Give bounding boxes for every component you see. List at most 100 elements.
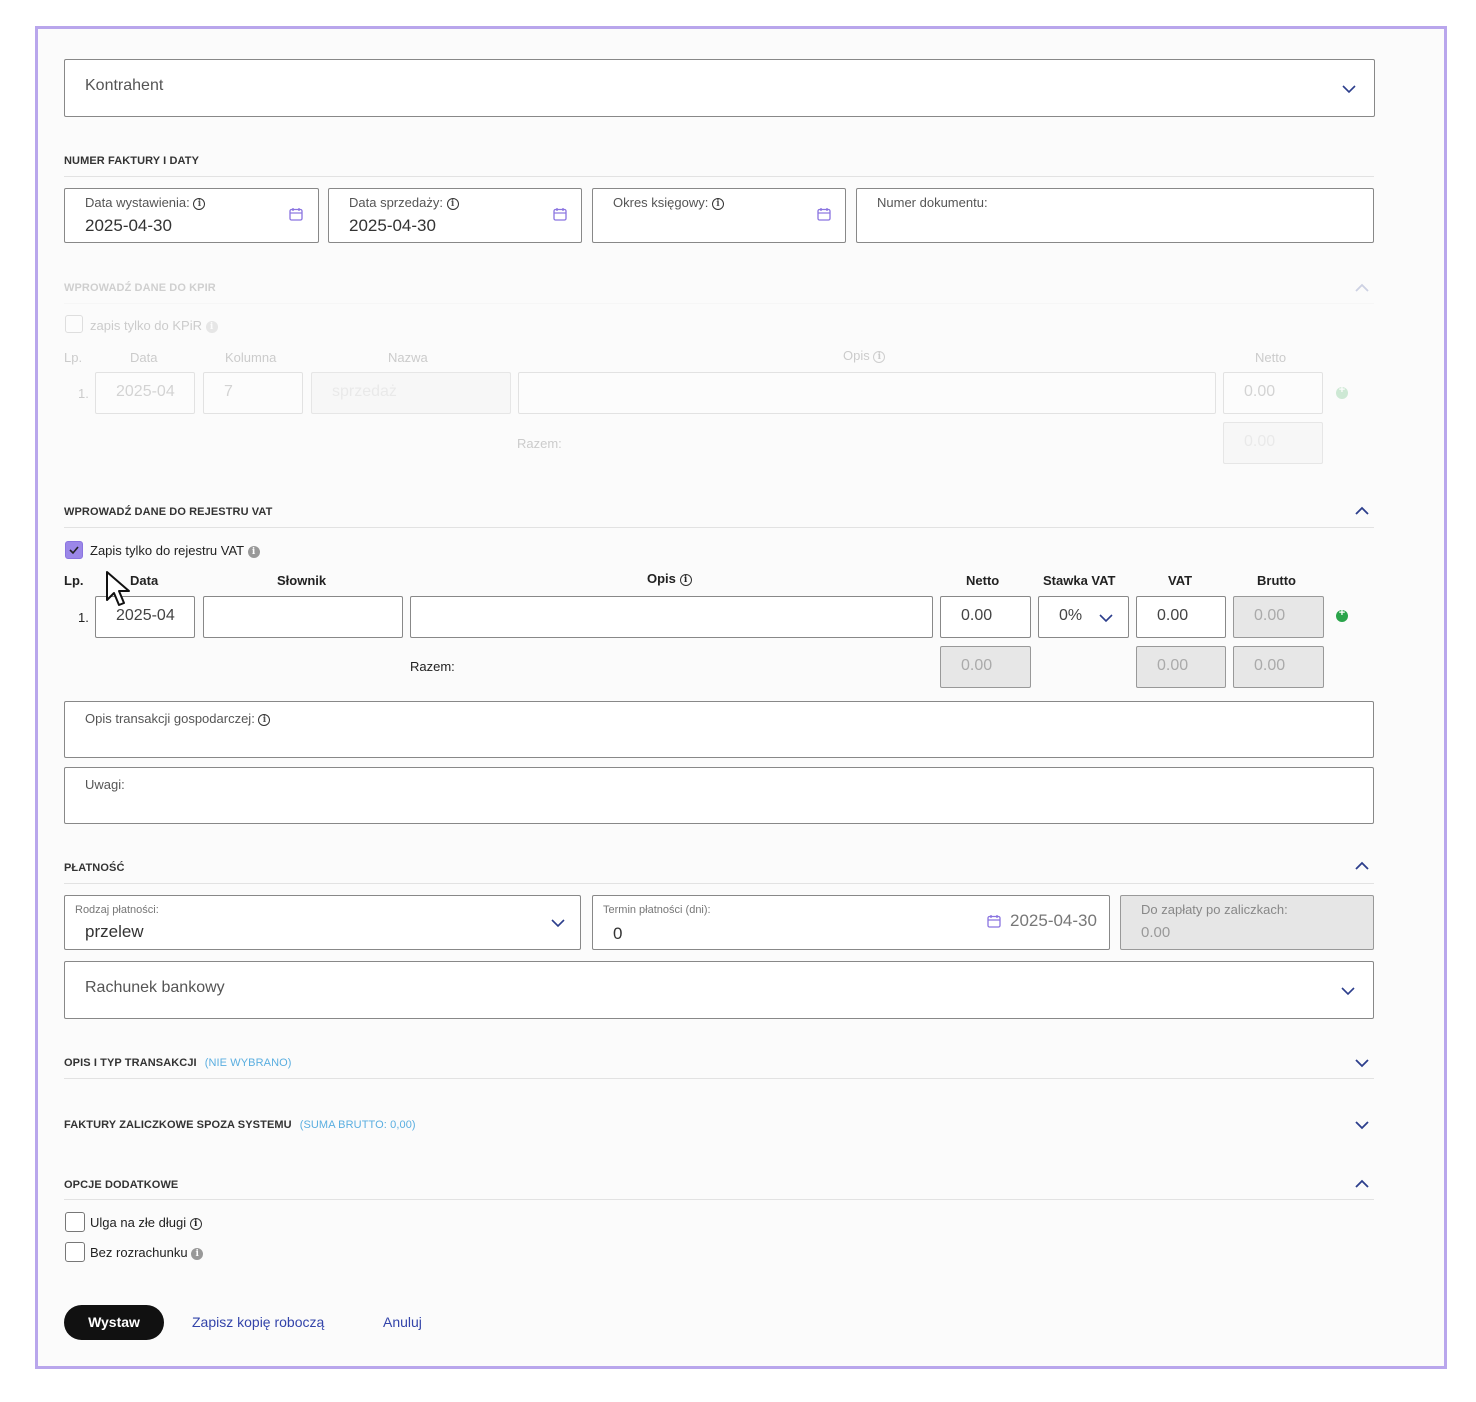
vat-total-label: Razem: [410, 659, 455, 674]
chevron-up-icon[interactable] [1353, 281, 1371, 295]
kpir-row-lp: 1. [78, 386, 89, 401]
amount-due-value: 0.00 [1141, 924, 1171, 941]
bad-debt-relief-checkbox[interactable] [65, 1212, 85, 1232]
notes-label: Uwagi: [85, 777, 125, 792]
chevron-down-icon [1099, 614, 1113, 623]
chevron-down-icon [1342, 85, 1356, 94]
divider [64, 1078, 1374, 1079]
info-icon: i [191, 1248, 204, 1260]
kpir-name-input: sprzedaż [311, 372, 511, 414]
accounting-period-field[interactable]: Okres księgowy: i [592, 188, 846, 243]
vat-gross-input: 0.00 [1233, 596, 1324, 638]
payment-method-label: Rodzaj płatności: [75, 904, 159, 916]
kpir-net-input[interactable]: 0.00 [1223, 372, 1323, 414]
vat-header-desc: Opis [647, 571, 676, 586]
section-title-transaction-type[interactable]: OPIS I TYP TRANSAKCJI (NIE WYBRANO) [64, 1057, 292, 1069]
amount-due-field: Do zapłaty po zaliczkach: 0.00 [1120, 895, 1374, 950]
calendar-icon[interactable] [987, 914, 1001, 928]
vat-only-label: Zapis tylko do rejestru VAT [90, 543, 244, 558]
calendar-icon[interactable] [553, 207, 567, 221]
amount-due-label: Do zapłaty po zaliczkach: [1141, 902, 1288, 917]
divider [64, 527, 1374, 528]
kpir-only-checkbox[interactable] [65, 315, 83, 333]
vat-rate-select[interactable]: 0% [1038, 596, 1129, 638]
save-draft-link[interactable]: Zapisz kopię roboczą [192, 1314, 324, 1330]
vat-header-gross: Brutto [1257, 573, 1296, 588]
add-row-icon[interactable] [1336, 384, 1348, 399]
kpir-header-name: Nazwa [388, 350, 428, 365]
kpir-header-date: Data [130, 350, 158, 365]
section-title-advance-invoices[interactable]: FAKTURY ZALICZKOWE SPOZA SYSTEMU (SUMA BR… [64, 1119, 416, 1131]
advance-invoices-title: FAKTURY ZALICZKOWE SPOZA SYSTEMU [64, 1119, 292, 1131]
chevron-up-icon[interactable] [1353, 1177, 1371, 1191]
transaction-description-field[interactable]: Opis transakcji gospodarczej: i [64, 701, 1374, 758]
section-title-kpir: WPROWADŹ DANE DO KPIR [64, 282, 216, 294]
no-settlement-checkbox[interactable] [65, 1242, 85, 1262]
vat-header-rate: Stawka VAT [1043, 573, 1116, 588]
checkmark-icon [69, 546, 79, 555]
kpir-column-select[interactable]: 7 [203, 372, 303, 414]
divider [64, 303, 1374, 304]
sale-date-value: 2025-04-30 [349, 216, 436, 235]
issue-date-label: Data wystawienia: [85, 195, 190, 210]
mouse-cursor-icon [106, 571, 130, 606]
vat-rate-value: 0% [1059, 607, 1083, 624]
issue-button[interactable]: Wystaw [64, 1305, 164, 1340]
vat-net-input[interactable]: 0.00 [940, 596, 1031, 638]
vat-desc-input[interactable] [410, 596, 933, 638]
info-icon: i [679, 574, 692, 586]
kpir-total-net: 0.00 [1223, 422, 1323, 464]
calendar-icon[interactable] [289, 207, 303, 221]
advance-invoices-badge: (SUMA BRUTTO: 0,00) [299, 1119, 416, 1131]
section-title-invoice-dates: NUMER FAKTURY I DATY [64, 155, 200, 167]
bank-account-placeholder: Rachunek bankowy [85, 979, 225, 996]
contractor-placeholder: Kontrahent [85, 77, 164, 94]
document-number-label: Numer dokumentu: [877, 195, 988, 210]
vat-total-gross: 0.00 [1233, 646, 1324, 688]
vat-dictionary-input[interactable] [203, 596, 403, 638]
vat-total-vat: 0.00 [1136, 646, 1226, 688]
bad-debt-relief-label: Ulga na złe długi [90, 1215, 187, 1230]
section-title-extra-options: OPCJE DODATKOWE [64, 1179, 179, 1191]
sale-date-field[interactable]: Data sprzedaży: i 2025-04-30 [328, 188, 582, 243]
divider [64, 1199, 1374, 1200]
info-icon: i [446, 198, 459, 210]
vat-row-lp: 1. [78, 610, 89, 625]
divider [64, 176, 1374, 177]
issue-date-field[interactable]: Data wystawienia: i 2025-04-30 [64, 188, 319, 243]
kpir-desc-input[interactable] [518, 372, 1216, 414]
payment-method-select[interactable]: Rodzaj płatności: przelew [64, 895, 581, 950]
bank-account-select[interactable]: Rachunek bankowy [64, 961, 1374, 1019]
section-title-vat: WPROWADŹ DANE DO REJESTRU VAT [64, 506, 273, 518]
kpir-header-desc: Opis [843, 348, 870, 363]
vat-header-net: Netto [966, 573, 1000, 588]
chevron-down-icon[interactable] [1353, 1056, 1371, 1070]
kpir-date-input[interactable]: 2025-04 [95, 372, 195, 414]
vat-only-checkbox[interactable] [65, 541, 83, 559]
transaction-description-label: Opis transakcji gospodarczej: [85, 711, 255, 726]
sale-date-label: Data sprzedaży: [349, 195, 443, 210]
info-icon: i [712, 198, 724, 210]
payment-term-field[interactable]: Termin płatności (dni): 0 2025-04-30 [592, 895, 1110, 950]
chevron-down-icon [1341, 987, 1355, 996]
chevron-up-icon[interactable] [1353, 859, 1371, 873]
info-icon: i [247, 546, 260, 558]
section-title-payment: PŁATNOŚĆ [64, 862, 125, 874]
payment-due-date: 2025-04-30 [1010, 911, 1097, 930]
add-row-icon[interactable] [1336, 607, 1348, 622]
transaction-type-badge: (NIE WYBRANO) [204, 1057, 292, 1069]
no-settlement-label: Bez rozrachunku [90, 1245, 188, 1260]
contractor-select[interactable]: Kontrahent [64, 59, 1375, 117]
kpir-total-label: Razem: [517, 436, 562, 451]
accounting-period-label: Okres księgowy: [613, 195, 709, 210]
kpir-only-label: zapis tylko do KPiR [90, 318, 202, 333]
chevron-up-icon[interactable] [1353, 504, 1371, 518]
document-number-field[interactable]: Numer dokumentu: [856, 188, 1374, 243]
vat-amount-input[interactable]: 0.00 [1136, 596, 1226, 638]
vat-total-net: 0.00 [940, 646, 1031, 688]
chevron-down-icon[interactable] [1353, 1118, 1371, 1132]
calendar-icon[interactable] [817, 207, 831, 221]
notes-field[interactable]: Uwagi: [64, 767, 1374, 824]
issue-date-value: 2025-04-30 [85, 216, 172, 235]
cancel-link[interactable]: Anuluj [383, 1314, 422, 1330]
